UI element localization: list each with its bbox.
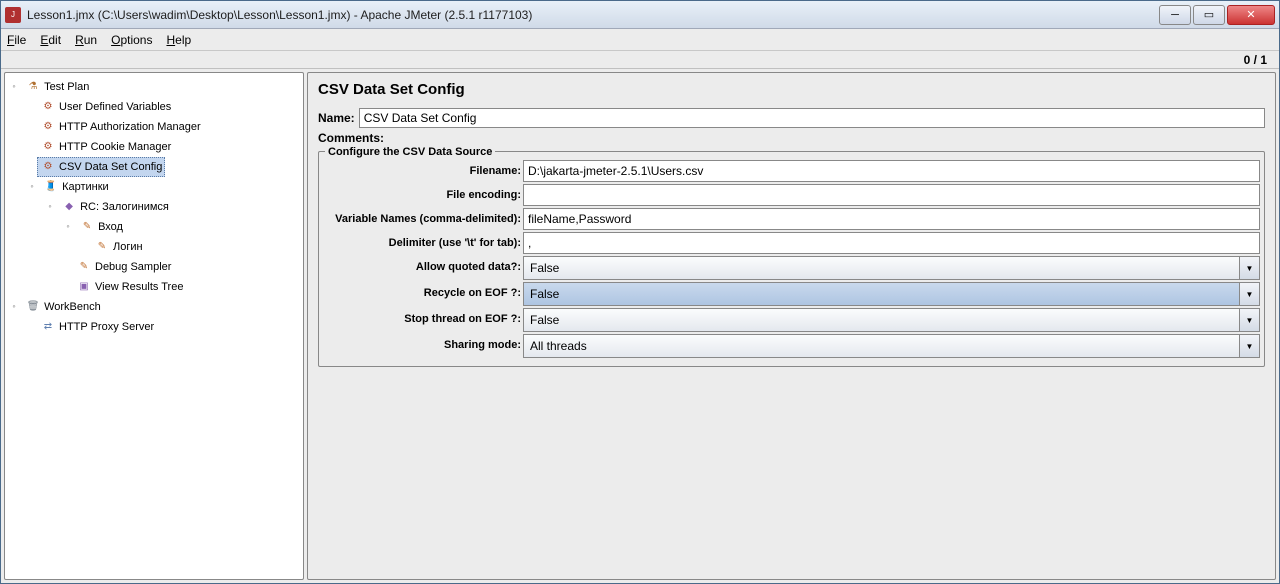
tree-label: HTTP Cookie Manager xyxy=(59,138,171,156)
close-button[interactable]: ✕ xyxy=(1227,5,1275,25)
recycle-combo[interactable]: False ▼ xyxy=(523,282,1260,306)
gear-icon: ⚙ xyxy=(40,99,56,115)
menu-file[interactable]: File xyxy=(7,33,26,47)
filename-input[interactable] xyxy=(523,160,1260,182)
workbench-icon: 🗑 xyxy=(25,299,41,315)
vars-input[interactable] xyxy=(523,208,1260,230)
tree-csv-config[interactable]: ⚙CSV Data Set Config xyxy=(37,157,165,177)
toggle-icon[interactable]: ◦ xyxy=(45,197,55,215)
gear-icon: ⚙ xyxy=(40,119,56,135)
minimize-button[interactable]: ─ xyxy=(1159,5,1191,25)
tree-label: Test Plan xyxy=(44,78,89,96)
menubar: File Edit Run Options Help xyxy=(1,29,1279,51)
name-row: Name: xyxy=(318,108,1265,128)
tree-label: User Defined Variables xyxy=(59,98,171,116)
listener-icon: ▣ xyxy=(76,279,92,295)
stop-label: Stop thread on EOF ?: xyxy=(323,308,523,332)
tree-label: Логин xyxy=(113,238,143,256)
encoding-label: File encoding: xyxy=(323,184,523,206)
tree-label: Картинки xyxy=(62,178,109,196)
tree-label: HTTP Authorization Manager xyxy=(59,118,201,136)
tree-results[interactable]: ▣View Results Tree xyxy=(73,277,186,297)
flask-icon: ⚗ xyxy=(25,79,41,95)
tree-label: CSV Data Set Config xyxy=(59,158,162,176)
sharing-label: Sharing mode: xyxy=(323,334,523,358)
quoted-value: False xyxy=(524,257,1239,279)
proxy-icon: ⇄ xyxy=(40,319,56,335)
fieldset-legend: Configure the CSV Data Source xyxy=(325,146,495,158)
stop-combo[interactable]: False ▼ xyxy=(523,308,1260,332)
encoding-input[interactable] xyxy=(523,184,1260,206)
toggle-icon[interactable]: ◦ xyxy=(27,177,37,195)
tree-workbench[interactable]: 🗑WorkBench xyxy=(22,297,104,317)
menu-run[interactable]: Run xyxy=(75,33,97,47)
tree-proxy[interactable]: ⇄HTTP Proxy Server xyxy=(37,317,157,337)
counter-row: 0 / 1 xyxy=(1,51,1279,69)
thread-group-icon: 🧵 xyxy=(43,179,59,195)
tree-rc-login[interactable]: ◆RC: Залогинимся xyxy=(58,197,172,217)
sampler-icon: ✎ xyxy=(76,259,92,275)
app-window: J Lesson1.jmx (C:\Users\wadim\Desktop\Le… xyxy=(0,0,1280,584)
tree-panel[interactable]: ◦ ⚗ Test Plan ⚙User Defined Variables ⚙H… xyxy=(4,72,304,580)
menu-edit[interactable]: Edit xyxy=(40,33,61,47)
tree-label: RC: Залогинимся xyxy=(80,198,169,216)
controller-icon: ◆ xyxy=(61,199,77,215)
tree-user-vars[interactable]: ⚙User Defined Variables xyxy=(37,97,174,117)
thread-counter: 0 / 1 xyxy=(1244,53,1267,67)
chevron-down-icon: ▼ xyxy=(1239,283,1259,305)
gear-icon: ⚙ xyxy=(40,139,56,155)
filename-label: Filename: xyxy=(323,160,523,182)
toggle-icon[interactable]: ◦ xyxy=(9,77,19,95)
sharing-value: All threads xyxy=(524,335,1239,357)
toggle-icon[interactable]: ◦ xyxy=(9,297,19,315)
name-input[interactable] xyxy=(359,108,1265,128)
tree-label: Debug Sampler xyxy=(95,258,171,276)
tree-debug[interactable]: ✎Debug Sampler xyxy=(73,257,174,277)
window-title: Lesson1.jmx (C:\Users\wadim\Desktop\Less… xyxy=(27,8,1159,22)
quoted-label: Allow quoted data?: xyxy=(323,256,523,280)
comments-label: Comments: xyxy=(318,131,384,145)
app-icon: J xyxy=(5,7,21,23)
gear-icon: ⚙ xyxy=(40,159,56,175)
tree-login[interactable]: ✎Логин xyxy=(91,237,146,257)
tree-http-cookie[interactable]: ⚙HTTP Cookie Manager xyxy=(37,137,174,157)
config-title: CSV Data Set Config xyxy=(318,81,1265,98)
config-panel: CSV Data Set Config Name: Comments: Conf… xyxy=(307,72,1276,580)
stop-value: False xyxy=(524,309,1239,331)
main-area: ◦ ⚗ Test Plan ⚙User Defined Variables ⚙H… xyxy=(1,69,1279,583)
tree-pictures[interactable]: 🧵Картинки xyxy=(40,177,112,197)
toggle-icon[interactable]: ◦ xyxy=(63,217,73,235)
recycle-label: Recycle on EOF ?: xyxy=(323,282,523,306)
chevron-down-icon: ▼ xyxy=(1239,335,1259,357)
chevron-down-icon: ▼ xyxy=(1239,257,1259,279)
name-label: Name: xyxy=(318,111,355,125)
tree-http-auth[interactable]: ⚙HTTP Authorization Manager xyxy=(37,117,204,137)
quoted-combo[interactable]: False ▼ xyxy=(523,256,1260,280)
sharing-combo[interactable]: All threads ▼ xyxy=(523,334,1260,358)
chevron-down-icon: ▼ xyxy=(1239,309,1259,331)
sampler-icon: ✎ xyxy=(94,239,110,255)
tree-label: WorkBench xyxy=(44,298,101,316)
test-tree: ◦ ⚗ Test Plan ⚙User Defined Variables ⚙H… xyxy=(7,77,301,337)
csv-fieldset: Configure the CSV Data Source Filename: … xyxy=(318,151,1265,367)
delimiter-label: Delimiter (use '\t' for tab): xyxy=(323,232,523,254)
recycle-value: False xyxy=(524,283,1239,305)
menu-help[interactable]: Help xyxy=(166,33,191,47)
vars-label: Variable Names (comma-delimited): xyxy=(323,208,523,230)
tree-label: View Results Tree xyxy=(95,278,183,296)
titlebar: J Lesson1.jmx (C:\Users\wadim\Desktop\Le… xyxy=(1,1,1279,29)
tree-label: HTTP Proxy Server xyxy=(59,318,154,336)
sampler-icon: ✎ xyxy=(79,219,95,235)
tree-test-plan[interactable]: ⚗ Test Plan xyxy=(22,77,92,97)
tree-label: Вход xyxy=(98,218,123,236)
delimiter-input[interactable] xyxy=(523,232,1260,254)
window-controls: ─ ▭ ✕ xyxy=(1159,5,1275,25)
menu-options[interactable]: Options xyxy=(111,33,152,47)
tree-vhod[interactable]: ✎Вход xyxy=(76,217,126,237)
comments-row: Comments: xyxy=(318,131,1265,145)
maximize-button[interactable]: ▭ xyxy=(1193,5,1225,25)
